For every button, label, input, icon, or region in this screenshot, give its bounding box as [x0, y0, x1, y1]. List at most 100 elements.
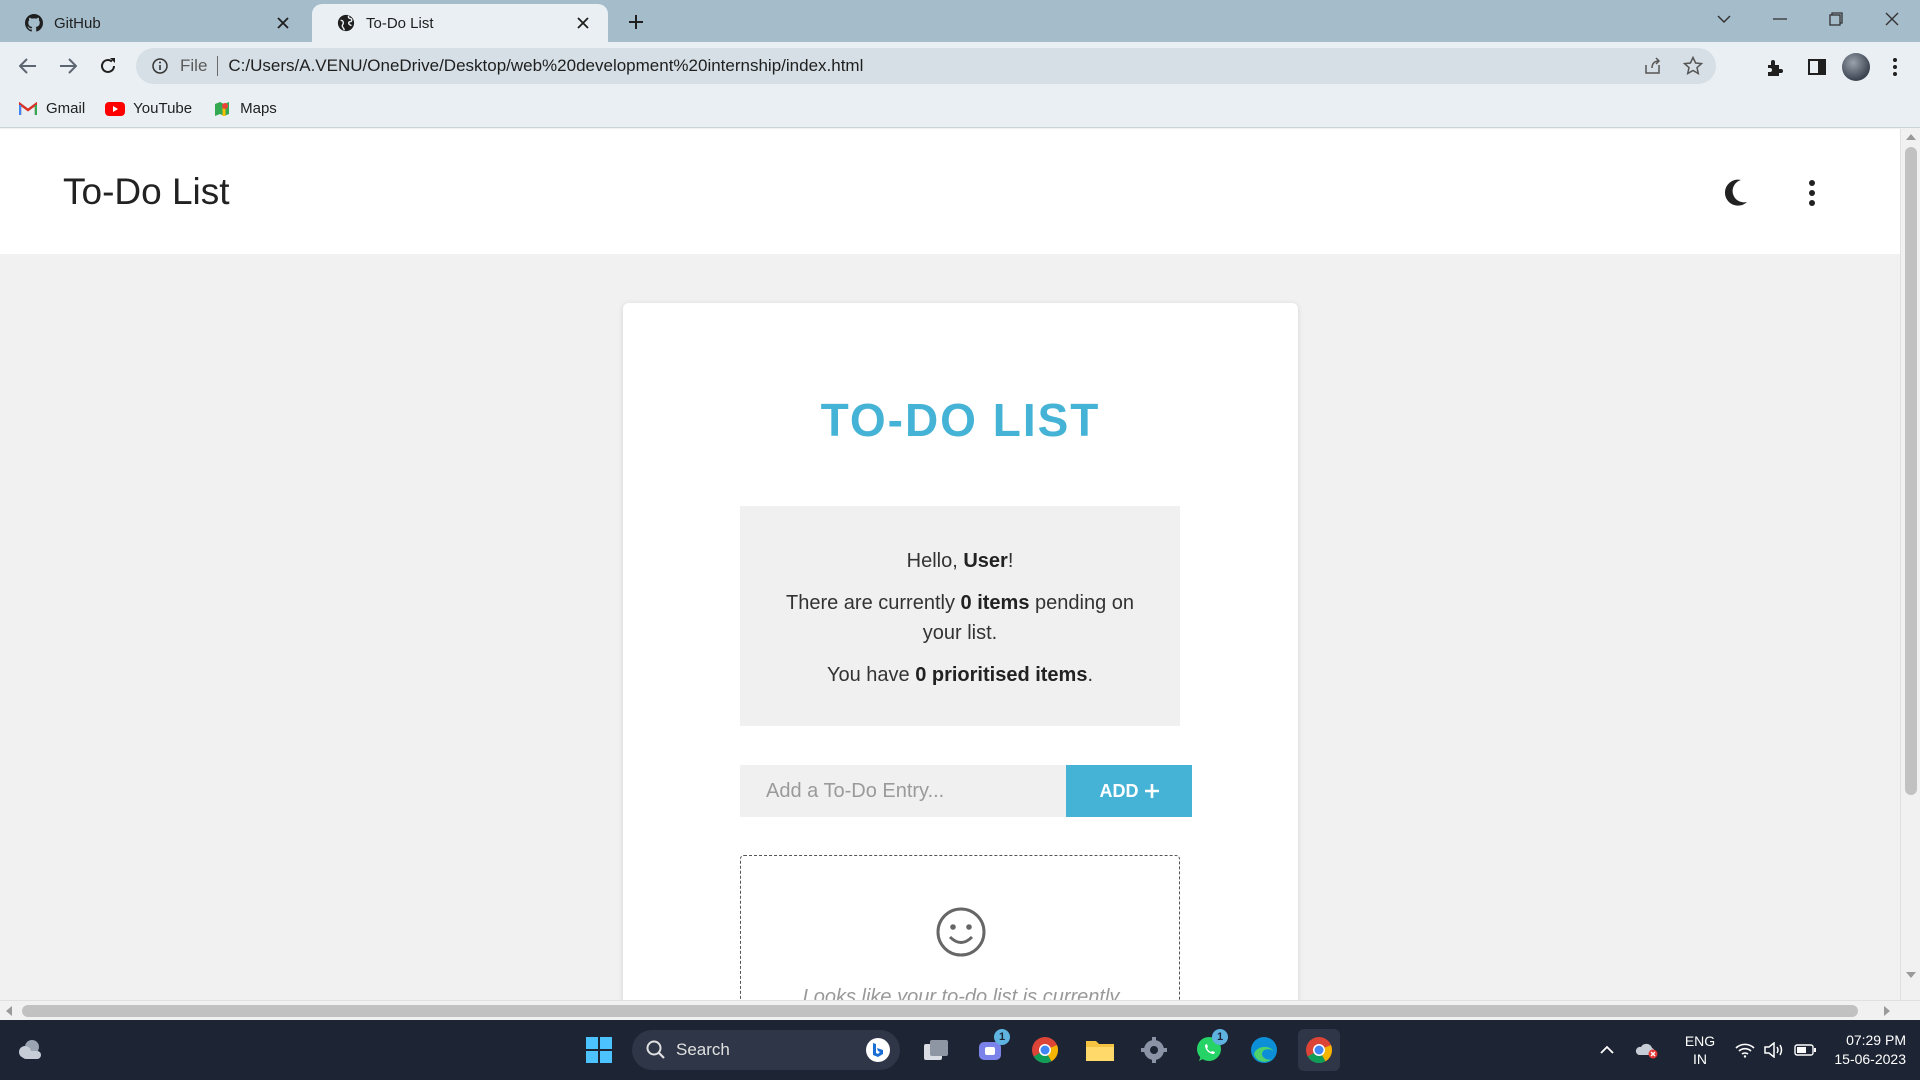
back-button[interactable]	[12, 50, 44, 82]
priority-count: 0 prioritised items	[915, 664, 1088, 686]
reload-button[interactable]	[92, 50, 124, 82]
star-icon[interactable]	[1680, 53, 1706, 79]
clock-time: 07:29 PM	[1846, 1032, 1906, 1048]
taskbar-search-label: Search	[676, 1040, 730, 1059]
language-indicator[interactable]: ENG IN	[1670, 1032, 1730, 1068]
task-view-icon[interactable]	[915, 1029, 957, 1071]
new-tab-button[interactable]	[622, 8, 650, 36]
user-name: User	[963, 550, 1008, 572]
file-explorer-icon[interactable]	[1079, 1029, 1121, 1071]
scroll-up-icon[interactable]	[1906, 134, 1916, 140]
browser-tabstrip: GitHub To-Do List	[0, 0, 1920, 42]
moon-icon[interactable]	[1715, 173, 1755, 213]
weather-cloud-icon[interactable]	[14, 1034, 46, 1066]
arrow-right-icon	[60, 58, 77, 74]
smiley-icon	[936, 907, 986, 957]
tab-search-chevron-icon[interactable]	[1696, 0, 1752, 38]
edge-icon[interactable]	[1243, 1029, 1285, 1071]
restore-button[interactable]	[1808, 0, 1864, 38]
volume-icon[interactable]	[1760, 1035, 1790, 1065]
more-options-icon[interactable]	[1794, 173, 1830, 213]
maps-icon	[212, 101, 232, 117]
bookmarks-bar: Gmail YouTube Maps	[0, 90, 1920, 128]
scroll-down-icon[interactable]	[1906, 972, 1916, 978]
close-icon[interactable]	[272, 12, 294, 34]
scroll-left-icon[interactable]	[6, 1006, 12, 1016]
tab-todo-list[interactable]: To-Do List	[312, 4, 608, 42]
toolbar-right	[1758, 50, 1912, 84]
scroll-thumb[interactable]	[1905, 147, 1917, 795]
arrow-left-icon	[19, 58, 36, 74]
browser-toolbar: File C:/Users/A.VENU/OneDrive/Desktop/we…	[0, 42, 1920, 90]
greeting: Hello, User!	[906, 550, 1014, 572]
info-icon[interactable]	[150, 56, 170, 76]
chevron-up-icon[interactable]	[1592, 1035, 1622, 1065]
onedrive-error-icon[interactable]	[1632, 1035, 1662, 1065]
todo-entry-input[interactable]	[740, 765, 1066, 817]
add-button[interactable]: ADD	[1066, 765, 1192, 817]
bookmark-label: Maps	[240, 100, 277, 117]
globe-icon	[336, 13, 356, 33]
vertical-scrollbar[interactable]	[1900, 129, 1920, 1000]
url-text[interactable]: C:/Users/A.VENU/OneDrive/Desktop/web%20d…	[228, 56, 863, 76]
whatsapp-icon[interactable]: 1	[1188, 1029, 1230, 1071]
pending-count: 0 items	[960, 592, 1030, 614]
divider	[217, 56, 219, 76]
wifi-icon[interactable]	[1730, 1035, 1760, 1065]
kebab-menu-icon[interactable]	[1878, 50, 1912, 84]
start-button[interactable]	[578, 1029, 620, 1071]
tab-title: GitHub	[54, 14, 101, 32]
summary-box: Hello, User! There are currently 0 items…	[740, 506, 1180, 726]
bookmark-maps[interactable]: Maps	[212, 100, 277, 117]
forward-button[interactable]	[52, 50, 84, 82]
teams-icon[interactable]: 1	[970, 1029, 1012, 1071]
app-title: To-Do List	[63, 171, 230, 212]
page-viewport: To-Do List TO-DO LIST Hello, User! There…	[0, 129, 1900, 1000]
window-controls	[1696, 0, 1920, 40]
taskbar: Search 1 1 ENG IN 07:29 PM 15-06-2023	[0, 1020, 1920, 1080]
system-tray: ENG IN 07:29 PM 15-06-2023	[1592, 1020, 1920, 1080]
teams-badge: 1	[994, 1029, 1010, 1045]
extensions-icon[interactable]	[1758, 50, 1792, 84]
minimize-button[interactable]	[1752, 0, 1808, 38]
scroll-thumb[interactable]	[22, 1005, 1858, 1017]
close-icon[interactable]	[572, 12, 594, 34]
todo-card: TO-DO LIST Hello, User! There are curren…	[623, 303, 1298, 1000]
close-window-button[interactable]	[1864, 0, 1920, 38]
taskbar-search[interactable]: Search	[632, 1030, 900, 1070]
priority-summary: You have 0 prioritised items.	[826, 664, 1094, 686]
scroll-right-icon[interactable]	[1884, 1006, 1890, 1016]
card-title: TO-DO LIST	[820, 394, 1101, 446]
empty-state-message: Looks like your to-do list is currently	[802, 986, 1120, 1000]
empty-state: Looks like your to-do list is currently	[740, 855, 1180, 1000]
bing-icon[interactable]	[866, 1038, 890, 1062]
url-scheme: File	[180, 56, 208, 75]
chrome-active-icon[interactable]	[1298, 1029, 1340, 1071]
whatsapp-badge: 1	[1212, 1029, 1228, 1045]
tab-title: To-Do List	[366, 14, 434, 32]
search-icon	[646, 1040, 665, 1059]
share-icon[interactable]	[1640, 53, 1666, 79]
add-button-label: ADD	[1099, 780, 1139, 801]
settings-icon[interactable]	[1133, 1029, 1175, 1071]
plus-icon	[629, 15, 643, 29]
bookmark-label: Gmail	[46, 100, 86, 117]
bookmark-gmail[interactable]: Gmail	[18, 100, 85, 117]
profile-avatar[interactable]	[1842, 53, 1870, 81]
github-icon	[24, 13, 44, 33]
pending-summary: There are currently 0 items pending on y…	[786, 592, 1134, 644]
address-bar[interactable]: File C:/Users/A.VENU/OneDrive/Desktop/we…	[136, 48, 1716, 84]
address-bar-actions	[1640, 48, 1706, 84]
app-header: To-Do List	[0, 129, 1900, 254]
entry-row: ADD	[740, 765, 1192, 817]
battery-icon[interactable]	[1790, 1035, 1820, 1065]
windows-icon	[586, 1037, 612, 1063]
side-panel-icon[interactable]	[1800, 50, 1834, 84]
reload-icon	[101, 58, 115, 73]
bookmark-youtube[interactable]: YouTube	[105, 100, 192, 117]
clock-date: 15-06-2023	[1834, 1051, 1906, 1067]
chrome-icon[interactable]	[1024, 1029, 1066, 1071]
tab-github[interactable]: GitHub	[0, 4, 308, 42]
horizontal-scrollbar[interactable]	[0, 1000, 1920, 1020]
clock[interactable]: 07:29 PM 15-06-2023	[1820, 1031, 1920, 1069]
